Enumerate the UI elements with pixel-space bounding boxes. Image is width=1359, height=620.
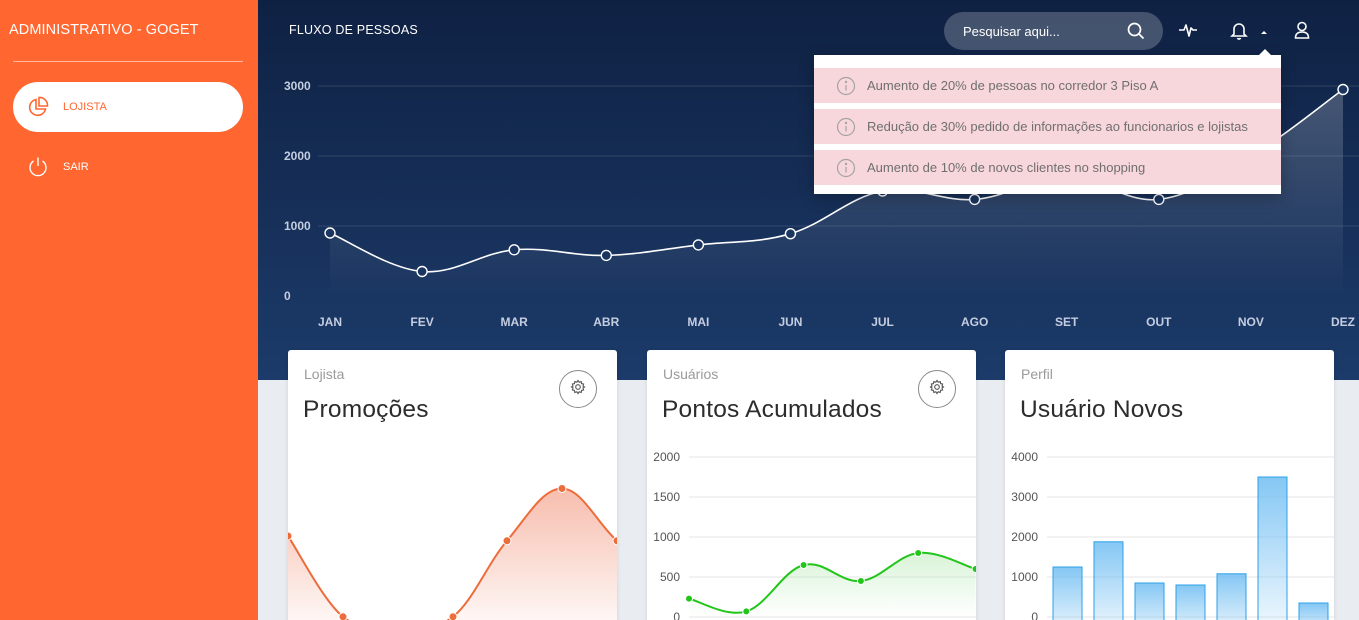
sidebar-item-label: LOJISTA <box>63 101 107 113</box>
data-point <box>856 577 865 585</box>
bar <box>1175 584 1206 620</box>
card-promocoes: Lojista Promoções <box>288 350 617 620</box>
y-tick-label: 1000 <box>1011 570 1038 584</box>
info-icon <box>836 117 856 137</box>
bar <box>1257 476 1288 620</box>
data-point <box>971 565 976 573</box>
info-icon <box>836 158 856 178</box>
sidebar-item-lojista[interactable]: LOJISTA <box>13 82 243 132</box>
data-point <box>612 536 617 546</box>
new-users-chart: 0 1000 2000 3000 4000 <box>1011 450 1334 620</box>
activity-pulse-icon[interactable] <box>1178 20 1198 45</box>
info-icon <box>836 76 856 96</box>
sidebar-item-label: SAIR <box>63 161 89 173</box>
y-tick-label: 500 <box>660 570 680 584</box>
bar <box>1052 566 1083 620</box>
bar <box>1216 573 1247 620</box>
y-tick-label: 4000 <box>1011 450 1038 464</box>
data-point <box>914 549 923 557</box>
chart-area-fill <box>689 552 976 617</box>
y-tick-label: 2000 <box>1011 530 1038 544</box>
notifications-dropdown: Aumento de 20% de pessoas no corredor 3 … <box>814 49 1281 194</box>
power-icon <box>13 142 63 192</box>
notification-item[interactable]: Redução de 30% pedido de informações ao … <box>814 109 1281 144</box>
notification-text: Redução de 30% pedido de informações ao … <box>867 119 1248 134</box>
bar <box>1134 582 1165 620</box>
y-tick-label: 3000 <box>1011 490 1038 504</box>
data-point <box>742 607 751 616</box>
data-point <box>799 561 808 569</box>
data-point <box>288 531 293 541</box>
data-point <box>685 594 693 603</box>
chart-area-fill <box>288 488 617 620</box>
y-tick-label: 2000 <box>653 450 680 464</box>
card-title: Usuário Novos <box>1020 396 1184 423</box>
card-category: Lojista <box>304 366 345 382</box>
data-point <box>502 536 512 546</box>
gear-icon <box>570 379 586 400</box>
card-usuarios-novos: 0 1000 2000 3000 4000 Perfil Usuário Novos <box>1005 350 1334 620</box>
notification-item[interactable]: Aumento de 20% de pessoas no corredor 3 … <box>814 68 1281 103</box>
gear-icon <box>929 379 945 400</box>
settings-button[interactable] <box>559 370 597 408</box>
bar <box>1298 602 1329 620</box>
page-title: FLUXO DE PESSOAS <box>289 23 418 37</box>
bell-icon[interactable] <box>1229 20 1249 45</box>
card-title: Promoções <box>303 396 429 423</box>
search-icon[interactable] <box>1127 22 1145 45</box>
sidebar-item-sair[interactable]: SAIR <box>13 142 243 192</box>
caret-up-icon[interactable] <box>1259 25 1269 43</box>
data-point <box>448 612 458 620</box>
y-tick-label: 1000 <box>653 530 680 544</box>
notification-text: Aumento de 10% de novos clientes no shop… <box>867 160 1146 175</box>
bar <box>1093 541 1124 620</box>
y-tick-label: 1500 <box>653 490 680 504</box>
card-category: Perfil <box>1021 366 1053 382</box>
data-point <box>338 612 348 620</box>
data-point <box>557 484 567 493</box>
brand-title: ADMINISTRATIVO - GOGET <box>9 22 199 38</box>
settings-button[interactable] <box>918 370 956 408</box>
notification-text: Aumento de 20% de pessoas no corredor 3 … <box>867 78 1159 93</box>
y-tick-label: 0 <box>673 610 680 620</box>
card-title: Pontos Acumulados <box>662 396 882 423</box>
divider <box>13 61 243 62</box>
y-tick-label: 0 <box>1031 610 1038 620</box>
search-input[interactable] <box>963 23 1118 39</box>
search-bar <box>944 12 1163 50</box>
notification-item[interactable]: Aumento de 10% de novos clientes no shop… <box>814 150 1281 185</box>
card-pontos: 0 500 1000 1500 2000 Usuários Pontos Acumula… <box>647 350 976 620</box>
pie-chart-icon <box>13 82 63 132</box>
card-category: Usuários <box>663 366 719 382</box>
sidebar: ADMINISTRATIVO - GOGET LOJISTA SAIR <box>0 0 258 620</box>
user-icon[interactable] <box>1292 20 1312 45</box>
